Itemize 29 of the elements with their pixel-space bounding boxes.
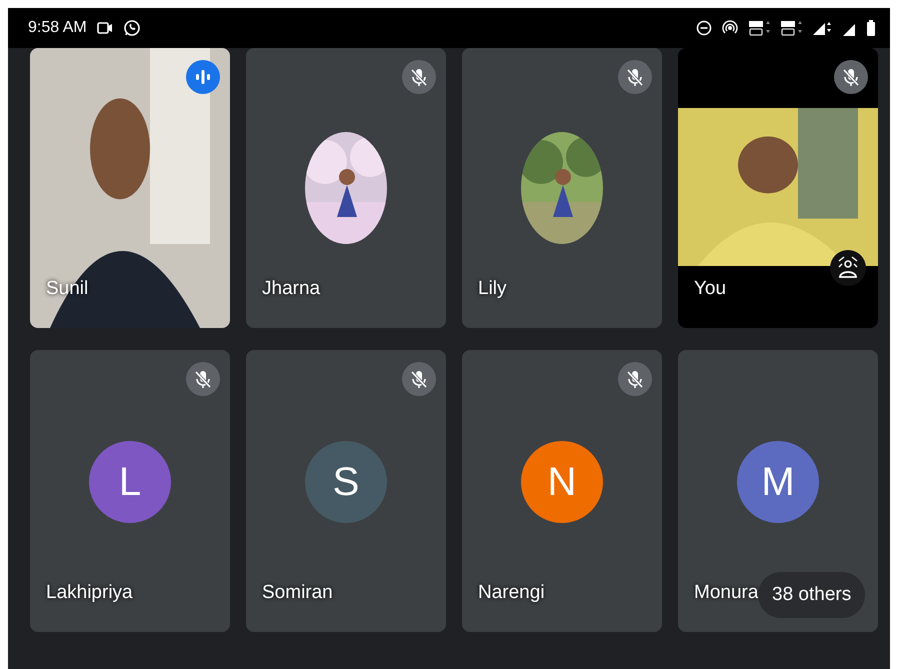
avatar-initial: M — [737, 441, 819, 523]
participant-name: Narengi — [478, 582, 545, 604]
participant-tile[interactable]: L Lakhipriya — [30, 350, 230, 632]
volte-icon — [748, 20, 770, 36]
participant-name: Jharna — [262, 278, 320, 300]
do-not-disturb-icon — [696, 20, 712, 36]
participant-name: Somiran — [262, 582, 333, 604]
video-camera-icon — [96, 20, 113, 36]
visual-effects-icon — [830, 250, 866, 286]
battery-icon — [866, 20, 876, 36]
participant-name: Monura — [694, 582, 758, 604]
participant-tile[interactable]: M Monura 38 others — [678, 350, 878, 632]
participant-tile[interactable]: Jharna — [246, 48, 446, 328]
participant-name: Lily — [478, 278, 507, 300]
participant-tile[interactable]: N Narengi — [462, 350, 662, 632]
participant-tile[interactable]: Lily — [462, 48, 662, 328]
participant-name: Lakhipriya — [46, 582, 133, 604]
signal-icon — [812, 20, 832, 36]
volte-icon — [780, 20, 802, 36]
chat-bubble-icon — [122, 19, 141, 37]
avatar-initial: S — [305, 441, 387, 523]
avatar-initial: L — [89, 441, 171, 523]
participant-name: You — [694, 278, 726, 300]
avatar-initial: N — [521, 441, 603, 523]
participant-tile[interactable]: S Somiran — [246, 350, 446, 632]
others-count-chip[interactable]: 38 others — [758, 572, 866, 618]
participant-tile[interactable]: You — [678, 48, 878, 328]
clock-time: 9:58 AM — [28, 19, 87, 37]
hotspot-icon — [722, 20, 738, 36]
